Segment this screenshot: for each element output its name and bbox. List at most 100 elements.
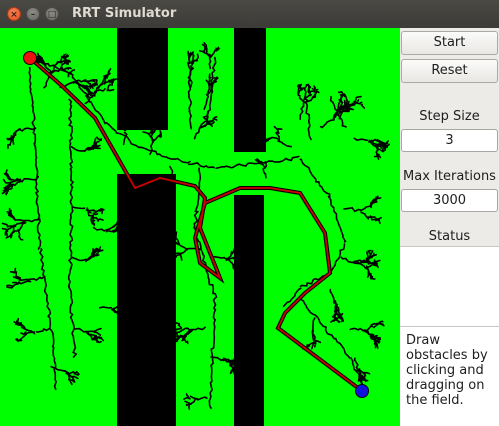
tree-branch <box>184 400 192 406</box>
tree-branch <box>195 53 200 62</box>
tree-branch <box>70 145 87 152</box>
tree-branch <box>70 256 87 262</box>
tree-branch <box>203 93 210 110</box>
tree-branch <box>342 99 346 109</box>
path-line <box>28 56 364 393</box>
tree-branch <box>311 87 319 91</box>
tree-branch <box>53 357 57 391</box>
tree-branch <box>1 222 9 228</box>
tree-branch <box>91 219 96 224</box>
tree-branch <box>67 66 72 71</box>
tree-branch <box>187 61 192 75</box>
obstacle-right-upper <box>234 28 266 152</box>
status-label: Status <box>428 229 471 244</box>
tree-branch <box>208 73 212 79</box>
field-canvas[interactable] <box>0 28 400 426</box>
tree-branch <box>259 155 300 164</box>
tree-branch <box>354 259 366 263</box>
tree-branch <box>215 161 262 169</box>
tree-branch <box>96 136 101 141</box>
tree-branch <box>377 322 384 326</box>
tree-branch <box>222 358 231 362</box>
tree-branch <box>6 284 15 288</box>
tree-branch <box>68 69 76 75</box>
tree-branch <box>361 329 374 336</box>
tree-branch <box>14 219 26 222</box>
goal-node[interactable] <box>355 384 369 398</box>
tree-branch <box>357 374 361 382</box>
tree-branch <box>343 206 362 213</box>
obstacle-left-lower <box>117 174 176 426</box>
tree-branch <box>106 88 115 92</box>
tree-branch <box>353 137 369 142</box>
control-panel: Start Reset Step Size 3 Max Iterations 3… <box>400 28 499 426</box>
tree-branch <box>111 78 117 87</box>
tree-branch <box>374 342 377 349</box>
tree-branch <box>16 317 22 325</box>
start-button[interactable]: Start <box>401 31 498 55</box>
tree-branch <box>175 329 183 334</box>
tree-branch <box>262 168 267 179</box>
tree-branch <box>61 67 69 71</box>
tree-branch <box>67 98 75 189</box>
tree-branch <box>10 128 21 138</box>
tree-branch <box>4 171 10 176</box>
step-size-field[interactable]: 3 <box>401 129 498 152</box>
tree-branch <box>28 275 46 282</box>
tree-branch <box>18 127 37 132</box>
tree-branch <box>185 403 190 407</box>
status-area <box>400 246 499 327</box>
maximize-icon[interactable]: □ <box>45 7 59 21</box>
tree-branch <box>213 255 227 260</box>
tree-branch <box>137 146 191 164</box>
tree-branch <box>232 366 235 375</box>
tree-branch <box>308 89 316 95</box>
max-iterations-field[interactable]: 3000 <box>401 189 498 212</box>
tree-branch <box>360 103 366 109</box>
tree-branch <box>35 327 51 333</box>
tree-branch <box>189 395 199 401</box>
minimize-icon[interactable]: – <box>26 7 40 21</box>
tree-branch <box>327 195 347 243</box>
tree-branch <box>329 288 335 304</box>
tree-branch <box>60 61 67 69</box>
title-bar: × – □ RRT Simulator <box>0 0 499 28</box>
tree-branch <box>200 120 207 126</box>
tree-branch <box>96 218 104 222</box>
tree-branch <box>28 66 37 149</box>
tree-branch <box>90 217 94 225</box>
tree-branch <box>363 372 367 378</box>
tree-branch <box>119 305 126 308</box>
tree-branch <box>99 208 104 215</box>
close-icon[interactable]: × <box>7 7 21 21</box>
reset-button[interactable]: Reset <box>401 59 498 83</box>
tree-branch <box>72 206 86 210</box>
simulation-field[interactable] <box>0 28 400 426</box>
start-node[interactable] <box>23 51 37 65</box>
tree-branch <box>38 248 55 359</box>
tree-branch <box>298 95 305 103</box>
tree-branch <box>355 95 362 99</box>
tree-branch <box>360 211 370 220</box>
tree-branch <box>337 90 343 94</box>
tree-branch <box>299 158 331 199</box>
tree-branch <box>122 131 128 146</box>
tree-branch <box>10 233 13 239</box>
rrt-simulator-window: × – □ RRT Simulator Start Reset Step Siz… <box>0 0 499 426</box>
tree-branch <box>94 331 102 337</box>
tree-branch <box>193 126 201 140</box>
tree-branch <box>67 71 70 78</box>
tree-branch <box>188 162 215 169</box>
tree-branch <box>6 286 13 289</box>
tree-branch <box>263 161 268 169</box>
tree-branch <box>353 357 361 372</box>
tree-branch <box>7 143 11 149</box>
tree-branch <box>152 135 160 143</box>
tree-branch <box>15 273 22 279</box>
tree-branch <box>185 340 189 345</box>
tree-branch <box>276 127 283 134</box>
tree-branch <box>319 119 335 129</box>
tree-branch <box>296 85 300 89</box>
tree-branch <box>187 51 190 57</box>
window-title: RRT Simulator <box>72 6 177 21</box>
